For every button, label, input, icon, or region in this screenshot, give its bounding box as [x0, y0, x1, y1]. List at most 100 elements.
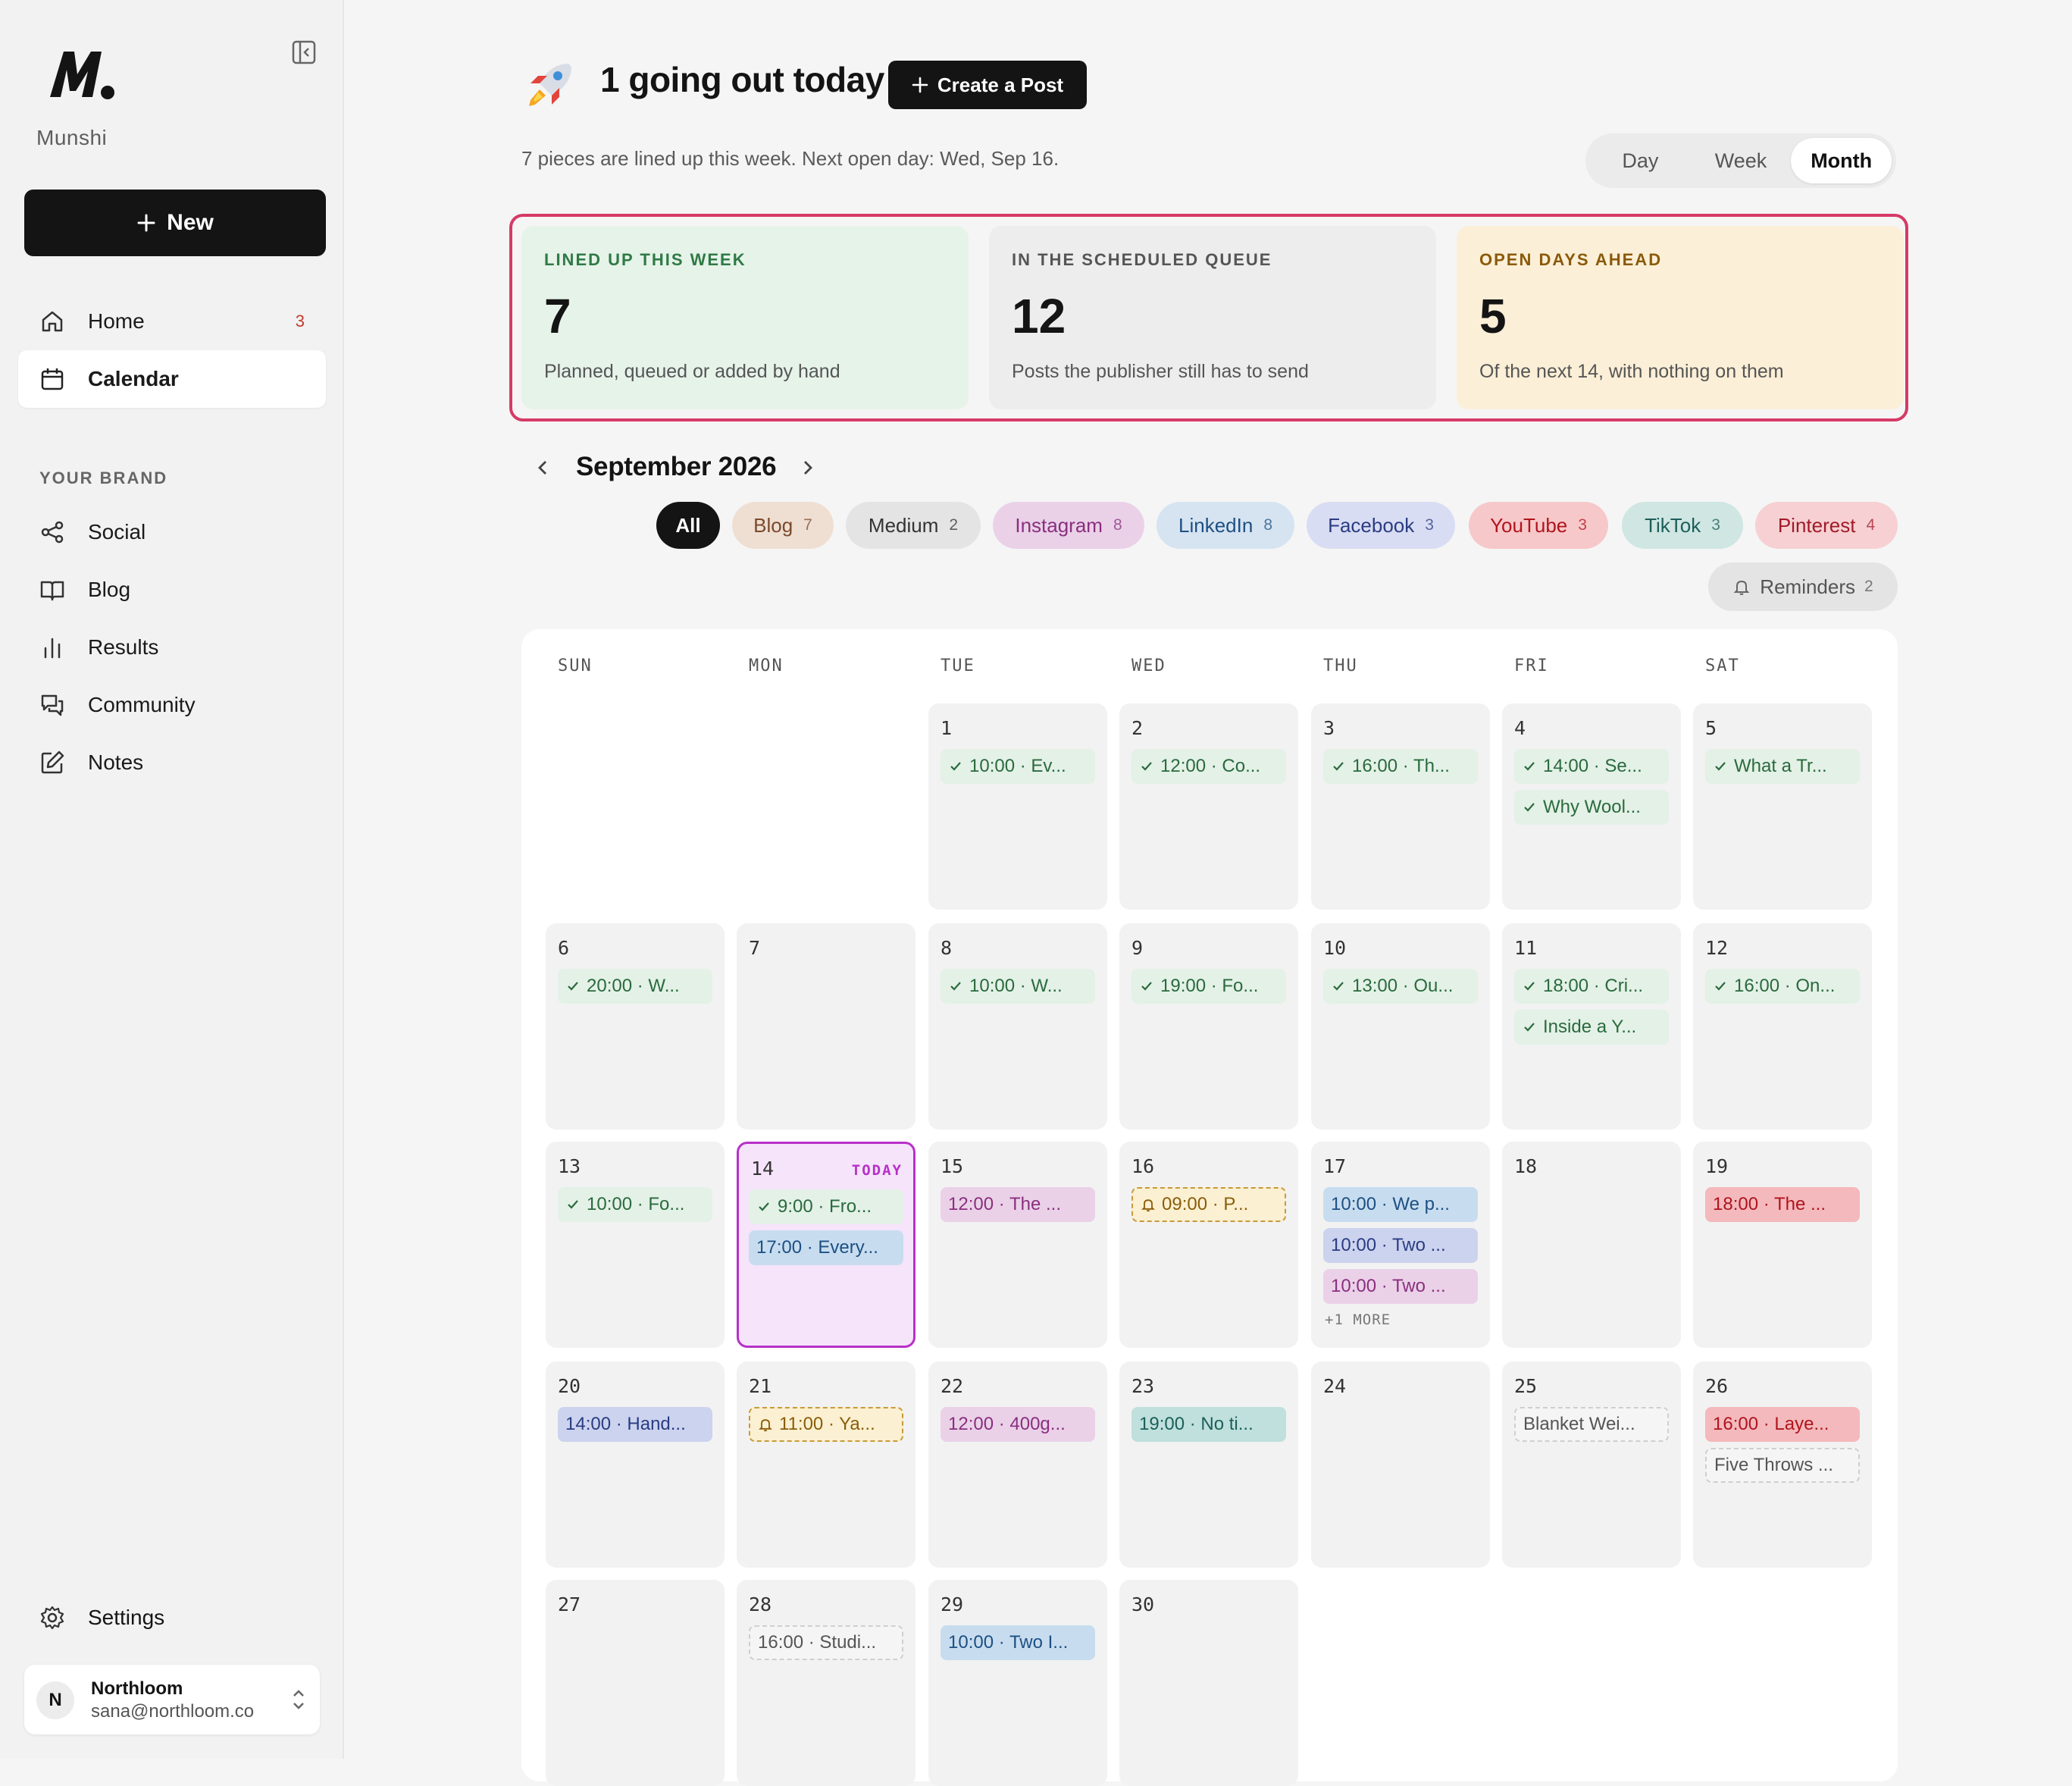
new-button[interactable]: New	[24, 190, 326, 256]
day-cell[interactable]: 7	[737, 923, 915, 1130]
calendar-event[interactable]: 18:00 · The ...	[1705, 1187, 1860, 1222]
day-cell-today[interactable]: 14 TODAY 9:00 · Fro... 17:00 · Every...	[737, 1142, 915, 1348]
filter-chip-medium[interactable]: Medium 2	[846, 502, 981, 549]
create-post-button[interactable]: Create a Post	[888, 61, 1087, 109]
sidebar-item-label: Social	[88, 520, 146, 544]
filter-chip-linkedin[interactable]: LinkedIn 8	[1157, 502, 1294, 549]
event-title: 18:00 · Cri...	[1543, 976, 1644, 996]
day-cell[interactable]: 28 16:00 · Studi...	[737, 1580, 915, 1786]
calendar-event[interactable]: 12:00 · The ...	[941, 1187, 1095, 1222]
calendar-event[interactable]: Inside a Y...	[1514, 1010, 1669, 1045]
chevron-right-icon[interactable]	[797, 456, 818, 479]
more-events-link[interactable]: +1 MORE	[1325, 1311, 1391, 1328]
calendar-event[interactable]: 10:00 · Fo...	[558, 1187, 712, 1222]
chevron-left-icon[interactable]	[532, 456, 553, 479]
sidebar-item-community[interactable]: Community	[18, 676, 326, 734]
calendar-event[interactable]: Blanket Wei...	[1514, 1407, 1669, 1442]
calendar-event[interactable]: 10:00 · Two ...	[1323, 1269, 1478, 1304]
day-cell[interactable]: 2 12:00 · Co...	[1119, 703, 1298, 910]
day-cell[interactable]: 25 Blanket Wei...	[1502, 1361, 1681, 1568]
calendar-event[interactable]: 14:00 · Se...	[1514, 749, 1669, 784]
sidebar-item-notes[interactable]: Notes	[18, 734, 326, 791]
day-number: 18	[1514, 1155, 1538, 1177]
calendar-event[interactable]: 10:00 · Ev...	[941, 749, 1095, 784]
filter-chip-label: Facebook	[1328, 513, 1415, 537]
day-cell[interactable]: 27	[546, 1580, 725, 1786]
month-title: September 2026	[576, 452, 777, 481]
calendar-event[interactable]: 09:00 · P...	[1131, 1187, 1286, 1222]
calendar-event[interactable]: 12:00 · Co...	[1131, 749, 1286, 784]
day-cell[interactable]: 16 09:00 · P...	[1119, 1142, 1298, 1348]
munshi-logo[interactable]	[47, 44, 117, 103]
reminders-filter-chip[interactable]: Reminders 2	[1708, 562, 1898, 611]
filter-chip-tiktok[interactable]: TikTok 3	[1622, 502, 1743, 549]
filter-chip-blog[interactable]: Blog 7	[732, 502, 834, 549]
calendar-event[interactable]: Why Wool...	[1514, 790, 1669, 825]
sidebar-item-blog[interactable]: Blog	[18, 561, 326, 619]
day-cell[interactable]: 26 16:00 · Laye... Five Throws ...	[1693, 1361, 1872, 1568]
sidebar-item-social[interactable]: Social	[18, 503, 326, 561]
calendar-event[interactable]: 16:00 · Laye...	[1705, 1407, 1860, 1442]
calendar-event[interactable]: What a Tr...	[1705, 749, 1860, 784]
day-cell[interactable]: 10 13:00 · Ou...	[1311, 923, 1490, 1130]
calendar-event[interactable]: 12:00 · 400g...	[941, 1407, 1095, 1442]
check-icon	[1713, 979, 1728, 994]
day-cell[interactable]: 9 19:00 · Fo...	[1119, 923, 1298, 1130]
sidebar-item-calendar[interactable]: Calendar	[18, 350, 326, 408]
filter-chip-instagram[interactable]: Instagram 8	[993, 502, 1144, 549]
sidebar-item-results[interactable]: Results	[18, 619, 326, 676]
day-cell[interactable]: 3 16:00 · Th...	[1311, 703, 1490, 910]
calendar-event[interactable]: 16:00 · Th...	[1323, 749, 1478, 784]
calendar-event[interactable]: 17:00 · Every...	[749, 1230, 903, 1265]
calendar-event[interactable]: 14:00 · Hand...	[558, 1407, 712, 1442]
calendar-event[interactable]: 18:00 · Cri...	[1514, 969, 1669, 1004]
day-cell[interactable]: 13 10:00 · Fo...	[546, 1142, 725, 1348]
day-cell[interactable]: 4 14:00 · Se... Why Wool...	[1502, 703, 1681, 910]
filter-chip-youtube[interactable]: YouTube 3	[1469, 502, 1608, 549]
calendar-event[interactable]: 10:00 · We p...	[1323, 1187, 1478, 1222]
day-cell[interactable]: 29 10:00 · Two I...	[928, 1580, 1107, 1786]
calendar-event[interactable]: 19:00 · No ti...	[1131, 1407, 1286, 1442]
day-cell[interactable]: 22 12:00 · 400g...	[928, 1361, 1107, 1568]
day-cell[interactable]: 30	[1119, 1580, 1298, 1786]
calendar-event[interactable]: 11:00 · Ya...	[749, 1407, 903, 1442]
day-cell[interactable]: 20 14:00 · Hand...	[546, 1361, 725, 1568]
day-cell[interactable]: 19 18:00 · The ...	[1693, 1142, 1872, 1348]
day-cell[interactable]: 12 16:00 · On...	[1693, 923, 1872, 1130]
filter-chip-pinterest[interactable]: Pinterest 4	[1755, 502, 1898, 549]
sidebar-item-settings[interactable]: Settings	[18, 1589, 326, 1647]
day-cell[interactable]: 18	[1502, 1142, 1681, 1348]
day-cell[interactable]: 23 19:00 · No ti...	[1119, 1361, 1298, 1568]
event-title: 10:00 · Fo...	[587, 1194, 685, 1214]
calendar-event[interactable]: Five Throws ...	[1705, 1448, 1860, 1483]
check-icon	[1713, 759, 1728, 774]
calendar-event[interactable]: 16:00 · Studi...	[749, 1625, 903, 1660]
day-cell[interactable]: 6 20:00 · W...	[546, 923, 725, 1130]
filter-chip-facebook[interactable]: Facebook 3	[1307, 502, 1455, 549]
view-month-button[interactable]: Month	[1791, 138, 1892, 183]
day-cell[interactable]: 24	[1311, 1361, 1490, 1568]
calendar-event[interactable]: 10:00 · W...	[941, 969, 1095, 1004]
calendar-event[interactable]: 16:00 · On...	[1705, 969, 1860, 1004]
calendar-event[interactable]: 9:00 · Fro...	[749, 1189, 903, 1224]
view-day-button[interactable]: Day	[1590, 138, 1691, 183]
day-cell[interactable]: 5 What a Tr...	[1693, 703, 1872, 910]
day-cell[interactable]: 15 12:00 · The ...	[928, 1142, 1107, 1348]
calendar-event[interactable]: 13:00 · Ou...	[1323, 969, 1478, 1004]
calendar-event[interactable]: 10:00 · Two ...	[1323, 1228, 1478, 1263]
view-week-button[interactable]: Week	[1691, 138, 1792, 183]
filter-chip-all[interactable]: All	[656, 502, 720, 549]
calendar-event[interactable]: 10:00 · Two I...	[941, 1625, 1095, 1660]
sidebar-item-home[interactable]: Home 3	[18, 293, 326, 350]
day-cell[interactable]: 21 11:00 · Ya...	[737, 1361, 915, 1568]
new-button-label: New	[167, 210, 214, 235]
calendar-event[interactable]: 19:00 · Fo...	[1131, 969, 1286, 1004]
day-cell[interactable]: 8 10:00 · W...	[928, 923, 1107, 1130]
account-switcher[interactable]: N Northloom sana@northloom.co	[24, 1665, 320, 1734]
collapse-sidebar-icon[interactable]	[291, 39, 317, 65]
day-cell[interactable]: 1 10:00 · Ev...	[928, 703, 1107, 910]
day-cell[interactable]: 11 18:00 · Cri... Inside a Y...	[1502, 923, 1681, 1130]
day-cell[interactable]: 17 10:00 · We p... 10:00 · Two ... 10:00 · …	[1311, 1142, 1490, 1348]
event-title: 10:00 · Two I...	[948, 1632, 1069, 1653]
calendar-event[interactable]: 20:00 · W...	[558, 969, 712, 1004]
